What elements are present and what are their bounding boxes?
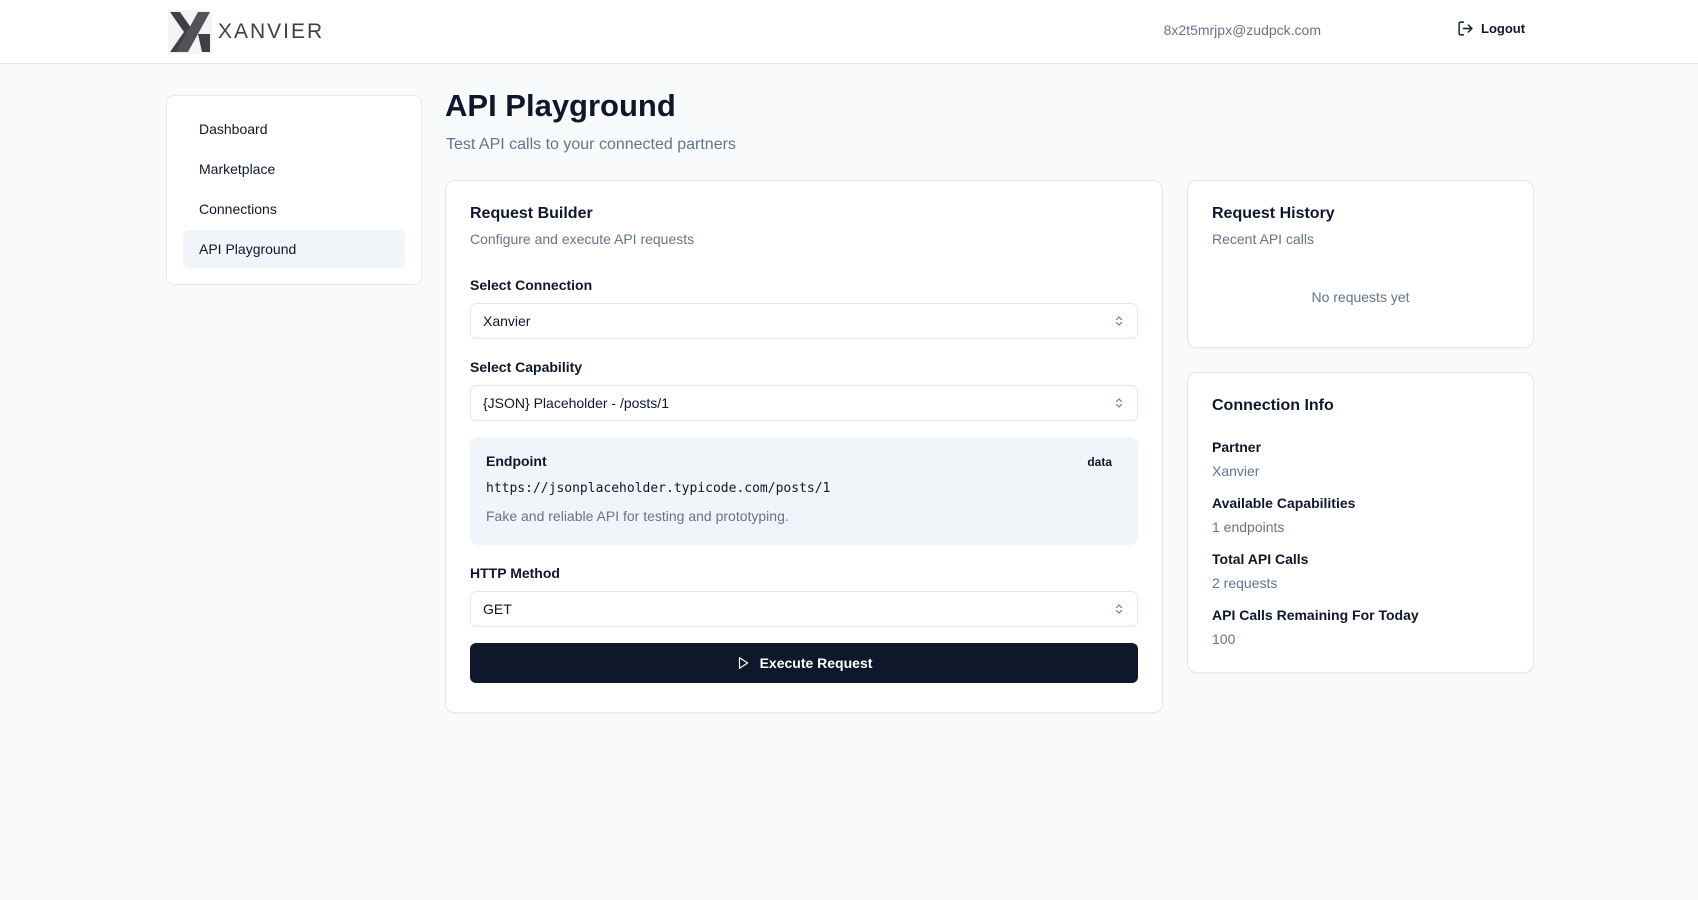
top-bar: XANVIER 8x2t5mrjpx@zudpck.com Logout [0,0,1698,64]
request-history-empty: No requests yet [1311,289,1410,305]
logout-button[interactable]: Logout [1457,20,1525,37]
connection-info-title: Connection Info [1212,397,1334,414]
connection-info-card: Connection Info Partner Xanvier Availabl… [1187,372,1534,673]
request-builder-card: Request Builder Configure and execute AP… [445,180,1163,713]
sidebar-item-connections[interactable]: Connections [183,190,405,228]
brand-logo[interactable]: XANVIER [168,10,324,54]
execute-request-label: Execute Request [759,655,873,671]
capabilities-label: Available Capabilities [1212,495,1356,511]
request-builder-description: Configure and execute API requests [470,231,695,247]
total-calls-value: 2 requests [1212,575,1278,591]
xanvier-logo-icon [168,10,212,54]
user-email: 8x2t5mrjpx@zudpck.com [1163,22,1321,38]
connection-select[interactable]: Xanvier [470,303,1138,339]
endpoint-title: Endpoint [486,453,547,469]
request-builder-title: Request Builder [470,205,593,222]
chevrons-up-down-icon [1115,398,1123,408]
endpoint-panel: Endpoint data https://jsonplaceholder.ty… [470,437,1138,545]
request-history-description: Recent API calls [1212,231,1314,247]
connection-select-value: Xanvier [483,313,531,329]
connection-label: Select Connection [470,277,593,293]
endpoint-url: https://jsonplaceholder.typicode.com/pos… [486,481,831,496]
endpoint-description: Fake and reliable API for testing and pr… [486,508,789,524]
chevrons-up-down-icon [1115,604,1123,614]
sidebar-item-marketplace[interactable]: Marketplace [183,150,405,188]
page-title: API Playground [445,88,676,123]
capabilities-value: 1 endpoints [1212,519,1285,535]
total-calls-label: Total API Calls [1212,551,1309,567]
sidebar-item-dashboard[interactable]: Dashboard [183,110,405,148]
execute-request-button[interactable]: Execute Request [470,643,1138,683]
partner-value: Xanvier [1212,463,1260,479]
method-label: HTTP Method [470,565,560,581]
remaining-calls-value: 100 [1212,631,1236,647]
capability-label: Select Capability [470,359,583,375]
partner-label: Partner [1212,439,1262,455]
remaining-calls-label: API Calls Remaining For Today [1212,607,1419,623]
method-select-value: GET [483,601,512,617]
sidebar-item-api-playground[interactable]: API Playground [183,230,405,268]
page-subtitle: Test API calls to your connected partner… [446,136,736,153]
play-icon [738,657,748,669]
request-history-card: Request History Recent API calls No requ… [1187,180,1534,348]
chevrons-up-down-icon [1115,316,1123,326]
brand-name: XANVIER [218,20,325,43]
endpoint-badge: data [1087,455,1112,469]
capability-select-value: {JSON} Placeholder - /posts/1 [483,395,669,411]
logout-icon [1458,21,1473,36]
request-history-title: Request History [1212,205,1335,222]
method-select[interactable]: GET [470,591,1138,627]
logout-label: Logout [1481,21,1526,36]
capability-select[interactable]: {JSON} Placeholder - /posts/1 [470,385,1138,421]
sidebar-nav: Dashboard Marketplace Connections API Pl… [166,95,422,285]
